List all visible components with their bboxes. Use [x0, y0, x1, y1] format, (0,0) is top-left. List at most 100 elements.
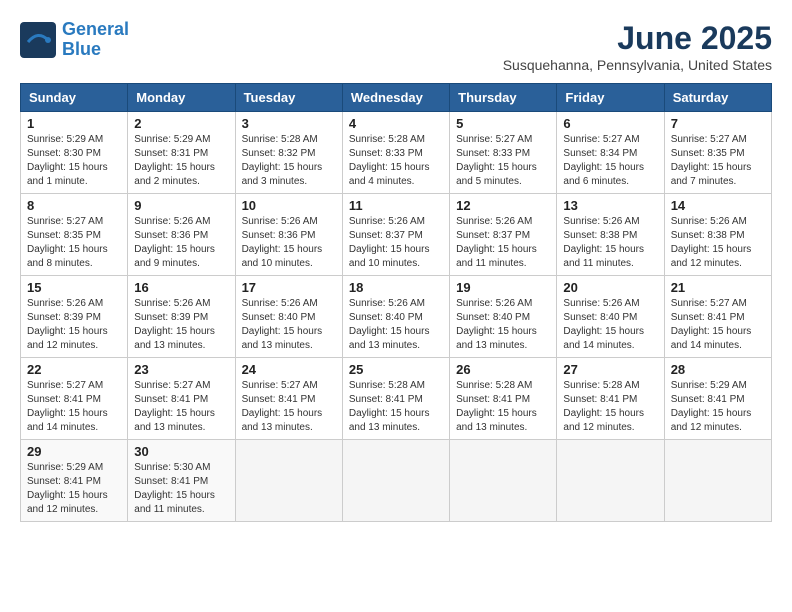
table-row — [342, 440, 449, 522]
day-info: Sunrise: 5:26 AMSunset: 8:36 PMDaylight:… — [134, 215, 228, 271]
calendar-title: June 2025 — [503, 20, 772, 57]
day-number: 8 — [27, 198, 121, 213]
calendar-week-row: 29 Sunrise: 5:29 AMSunset: 8:41 PMDayligh… — [21, 440, 772, 522]
col-wednesday: Wednesday — [342, 84, 449, 112]
day-info: Sunrise: 5:27 AMSunset: 8:34 PMDaylight:… — [563, 133, 657, 189]
table-row: 9 Sunrise: 5:26 AMSunset: 8:36 PMDaylight… — [128, 194, 235, 276]
day-info: Sunrise: 5:29 AMSunset: 8:41 PMDaylight:… — [27, 461, 121, 517]
table-row: 19Sunrise: 5:26 AMSunset: 8:40 PMDayligh… — [450, 276, 557, 358]
table-row: 16Sunrise: 5:26 AMSunset: 8:39 PMDayligh… — [128, 276, 235, 358]
table-row: 7 Sunrise: 5:27 AMSunset: 8:35 PMDaylight… — [664, 112, 771, 194]
table-row: 3 Sunrise: 5:28 AMSunset: 8:32 PMDaylight… — [235, 112, 342, 194]
day-info: Sunrise: 5:26 AMSunset: 8:38 PMDaylight:… — [563, 215, 657, 271]
table-row: 5Sunrise: 5:27 AMSunset: 8:33 PMDaylight… — [450, 112, 557, 194]
day-info: Sunrise: 5:26 AMSunset: 8:40 PMDaylight:… — [242, 297, 336, 353]
table-row: 22 Sunrise: 5:27 AMSunset: 8:41 PMDayligh… — [21, 358, 128, 440]
calendar-table: Sunday Monday Tuesday Wednesday Thursday… — [20, 83, 772, 522]
table-row: 21 Sunrise: 5:27 AMSunset: 8:41 PMDayligh… — [664, 276, 771, 358]
col-monday: Monday — [128, 84, 235, 112]
day-info: Sunrise: 5:28 AMSunset: 8:33 PMDaylight:… — [349, 133, 443, 189]
table-row: 28 Sunrise: 5:29 AMSunset: 8:41 PMDayligh… — [664, 358, 771, 440]
day-number: 10 — [242, 198, 336, 213]
calendar-week-row: 1 Sunrise: 5:29 AMSunset: 8:30 PMDaylight… — [21, 112, 772, 194]
table-row — [450, 440, 557, 522]
day-number: 12 — [456, 198, 550, 213]
day-number: 16 — [134, 280, 228, 295]
table-row: 13 Sunrise: 5:26 AMSunset: 8:38 PMDayligh… — [557, 194, 664, 276]
day-info: Sunrise: 5:27 AMSunset: 8:41 PMDaylight:… — [671, 297, 765, 353]
day-info: Sunrise: 5:26 AMSunset: 8:36 PMDaylight:… — [242, 215, 336, 271]
day-number: 29 — [27, 444, 121, 459]
day-number: 18 — [349, 280, 443, 295]
day-number: 23 — [134, 362, 228, 377]
day-number: 2 — [134, 116, 228, 131]
calendar-week-row: 8 Sunrise: 5:27 AMSunset: 8:35 PMDaylight… — [21, 194, 772, 276]
day-number: 7 — [671, 116, 765, 131]
table-row: 14 Sunrise: 5:26 AMSunset: 8:38 PMDayligh… — [664, 194, 771, 276]
table-row: 1 Sunrise: 5:29 AMSunset: 8:30 PMDaylight… — [21, 112, 128, 194]
day-info: Sunrise: 5:27 AMSunset: 8:35 PMDaylight:… — [671, 133, 765, 189]
day-number: 25 — [349, 362, 443, 377]
table-row: 29 Sunrise: 5:29 AMSunset: 8:41 PMDayligh… — [21, 440, 128, 522]
logo: General Blue — [20, 20, 129, 60]
day-info: Sunrise: 5:28 AMSunset: 8:41 PMDaylight:… — [456, 379, 550, 435]
day-number: 9 — [134, 198, 228, 213]
day-info: Sunrise: 5:27 AMSunset: 8:35 PMDaylight:… — [27, 215, 121, 271]
header: General Blue June 2025 Susquehanna, Penn… — [20, 20, 772, 73]
day-number: 13 — [563, 198, 657, 213]
day-info: Sunrise: 5:28 AMSunset: 8:41 PMDaylight:… — [563, 379, 657, 435]
day-number: 17 — [242, 280, 336, 295]
day-number: 11 — [349, 198, 443, 213]
day-info: Sunrise: 5:28 AMSunset: 8:41 PMDaylight:… — [349, 379, 443, 435]
table-row: 2 Sunrise: 5:29 AMSunset: 8:31 PMDaylight… — [128, 112, 235, 194]
day-info: Sunrise: 5:26 AMSunset: 8:40 PMDaylight:… — [349, 297, 443, 353]
table-row: 20 Sunrise: 5:26 AMSunset: 8:40 PMDayligh… — [557, 276, 664, 358]
table-row — [557, 440, 664, 522]
day-info: Sunrise: 5:29 AMSunset: 8:41 PMDaylight:… — [671, 379, 765, 435]
table-row: 6 Sunrise: 5:27 AMSunset: 8:34 PMDaylight… — [557, 112, 664, 194]
table-row: 27 Sunrise: 5:28 AMSunset: 8:41 PMDayligh… — [557, 358, 664, 440]
day-info: Sunrise: 5:26 AMSunset: 8:38 PMDaylight:… — [671, 215, 765, 271]
calendar-header-row: Sunday Monday Tuesday Wednesday Thursday… — [21, 84, 772, 112]
day-info: Sunrise: 5:27 AMSunset: 8:41 PMDaylight:… — [134, 379, 228, 435]
day-info: Sunrise: 5:29 AMSunset: 8:30 PMDaylight:… — [27, 133, 121, 189]
day-number: 19 — [456, 280, 550, 295]
col-saturday: Saturday — [664, 84, 771, 112]
col-thursday: Thursday — [450, 84, 557, 112]
day-info: Sunrise: 5:29 AMSunset: 8:31 PMDaylight:… — [134, 133, 228, 189]
day-number: 14 — [671, 198, 765, 213]
day-number: 21 — [671, 280, 765, 295]
day-number: 26 — [456, 362, 550, 377]
day-number: 27 — [563, 362, 657, 377]
day-number: 3 — [242, 116, 336, 131]
day-info: Sunrise: 5:27 AMSunset: 8:33 PMDaylight:… — [456, 133, 550, 189]
day-info: Sunrise: 5:27 AMSunset: 8:41 PMDaylight:… — [27, 379, 121, 435]
table-row: 11 Sunrise: 5:26 AMSunset: 8:37 PMDayligh… — [342, 194, 449, 276]
day-info: Sunrise: 5:28 AMSunset: 8:32 PMDaylight:… — [242, 133, 336, 189]
table-row: 10 Sunrise: 5:26 AMSunset: 8:36 PMDayligh… — [235, 194, 342, 276]
table-row: 17 Sunrise: 5:26 AMSunset: 8:40 PMDayligh… — [235, 276, 342, 358]
day-number: 28 — [671, 362, 765, 377]
table-row: 15Sunrise: 5:26 AMSunset: 8:39 PMDayligh… — [21, 276, 128, 358]
day-info: Sunrise: 5:26 AMSunset: 8:40 PMDaylight:… — [563, 297, 657, 353]
day-info: Sunrise: 5:26 AMSunset: 8:37 PMDaylight:… — [456, 215, 550, 271]
table-row: 8 Sunrise: 5:27 AMSunset: 8:35 PMDaylight… — [21, 194, 128, 276]
day-number: 30 — [134, 444, 228, 459]
day-info: Sunrise: 5:26 AMSunset: 8:37 PMDaylight:… — [349, 215, 443, 271]
calendar-week-row: 22 Sunrise: 5:27 AMSunset: 8:41 PMDayligh… — [21, 358, 772, 440]
day-number: 1 — [27, 116, 121, 131]
logo-icon — [20, 22, 56, 58]
table-row: 26 Sunrise: 5:28 AMSunset: 8:41 PMDayligh… — [450, 358, 557, 440]
day-info: Sunrise: 5:27 AMSunset: 8:41 PMDaylight:… — [242, 379, 336, 435]
table-row: 12 Sunrise: 5:26 AMSunset: 8:37 PMDayligh… — [450, 194, 557, 276]
day-number: 24 — [242, 362, 336, 377]
table-row: 4 Sunrise: 5:28 AMSunset: 8:33 PMDaylight… — [342, 112, 449, 194]
table-row: 18 Sunrise: 5:26 AMSunset: 8:40 PMDayligh… — [342, 276, 449, 358]
day-number: 6 — [563, 116, 657, 131]
col-tuesday: Tuesday — [235, 84, 342, 112]
day-number: 22 — [27, 362, 121, 377]
table-row — [235, 440, 342, 522]
calendar-week-row: 15Sunrise: 5:26 AMSunset: 8:39 PMDayligh… — [21, 276, 772, 358]
day-number: 20 — [563, 280, 657, 295]
day-number: 4 — [349, 116, 443, 131]
